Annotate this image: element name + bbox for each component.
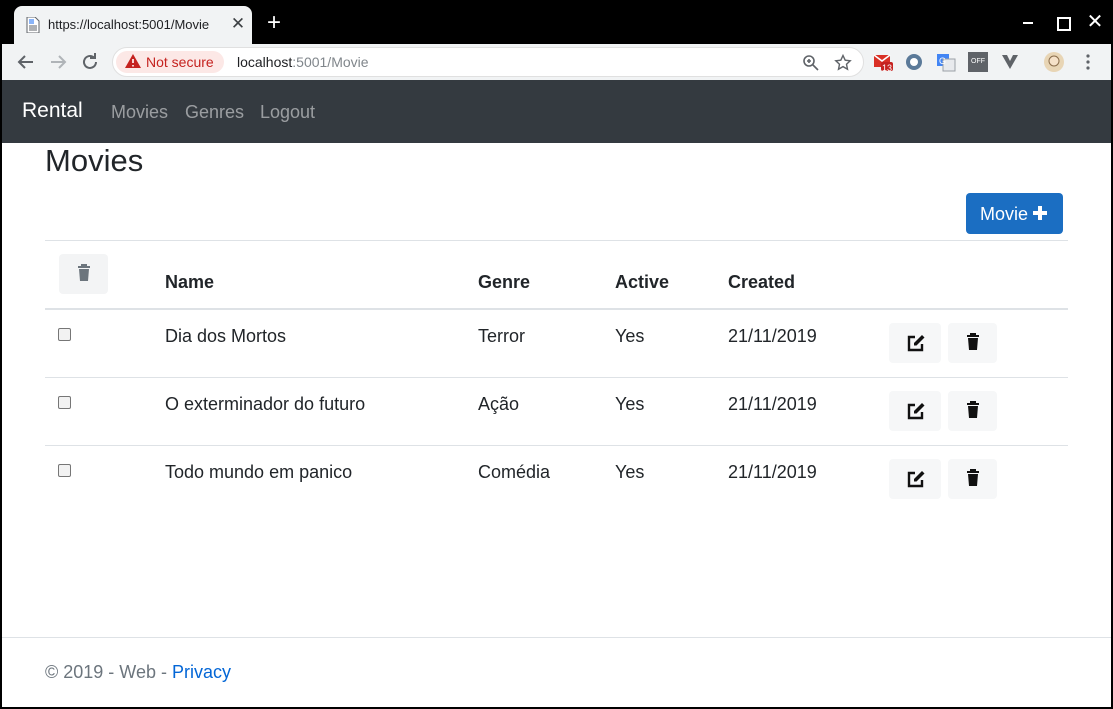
warning-icon xyxy=(125,54,141,68)
gmail-unread-badge: 13 xyxy=(882,63,893,73)
window-close-button[interactable]: ✕ xyxy=(1085,12,1105,32)
column-header-created: Created xyxy=(728,272,796,292)
back-arrow-icon[interactable] xyxy=(14,50,38,74)
row-checkbox[interactable] xyxy=(58,396,71,409)
row-checkbox[interactable] xyxy=(58,328,71,341)
address-bar[interactable]: Not secure localhost:5001/Movie xyxy=(112,47,864,77)
cell-created: 21/11/2019 xyxy=(728,462,817,482)
delete-button[interactable] xyxy=(948,391,997,431)
browser-window: https://localhost:5001/Movie ✕ + ✕ Not s… xyxy=(2,0,1111,707)
cell-name: O exterminador do futuro xyxy=(165,394,366,414)
delete-selected-button[interactable] xyxy=(59,254,108,294)
browser-tab[interactable]: https://localhost:5001/Movie ✕ xyxy=(14,6,252,44)
url-path: :5001/Movie xyxy=(292,54,369,70)
translate-extension-icon[interactable]: G xyxy=(936,52,956,72)
security-label: Not secure xyxy=(146,54,214,70)
edit-icon xyxy=(907,471,925,488)
reload-icon[interactable] xyxy=(78,50,102,74)
bookmark-star-icon[interactable] xyxy=(834,54,852,72)
edit-button[interactable] xyxy=(889,459,941,499)
add-movie-label: Movie xyxy=(980,204,1029,224)
delete-button[interactable] xyxy=(948,323,997,363)
nav-link-movies[interactable]: Movies xyxy=(111,102,168,123)
cell-name: Todo mundo em panico xyxy=(165,462,353,482)
delete-button[interactable] xyxy=(948,459,997,499)
page-icon xyxy=(26,17,40,33)
cell-genre: Ação xyxy=(478,394,520,414)
vimium-extension-icon[interactable] xyxy=(1000,52,1020,72)
zoom-icon[interactable] xyxy=(802,54,820,72)
nav-link-genres[interactable]: Genres xyxy=(185,102,244,123)
minimize-button[interactable] xyxy=(1018,12,1038,32)
browser-toolbar: Not secure localhost:5001/Movie 13 G OFF xyxy=(2,44,1111,80)
trash-icon xyxy=(967,469,979,486)
security-badge[interactable]: Not secure xyxy=(116,51,224,73)
profile-avatar[interactable] xyxy=(1044,52,1064,72)
trash-icon xyxy=(967,401,979,418)
menu-kebab-icon[interactable] xyxy=(1078,52,1098,72)
off-extension-icon[interactable]: OFF xyxy=(968,52,988,72)
page-title: Movies xyxy=(45,143,144,178)
tab-bar: https://localhost:5001/Movie ✕ + ✕ xyxy=(2,0,1111,44)
footer: © 2019 - Web - Privacy xyxy=(45,662,231,683)
svg-text:G: G xyxy=(939,56,946,66)
cell-created: 21/11/2019 xyxy=(728,394,817,414)
edit-icon xyxy=(907,403,925,420)
plus-icon xyxy=(1033,206,1047,220)
edit-icon xyxy=(907,335,925,352)
add-movie-button[interactable]: Movie xyxy=(966,193,1063,234)
row-checkbox[interactable] xyxy=(58,464,71,477)
cell-name: Dia dos Mortos xyxy=(165,326,287,346)
brand-link[interactable]: Rental xyxy=(22,99,83,123)
edit-button[interactable] xyxy=(889,323,941,363)
cell-active: Yes xyxy=(615,326,645,346)
tab-close-icon[interactable]: ✕ xyxy=(230,15,246,33)
circle-extension-icon[interactable] xyxy=(904,52,924,72)
trash-icon xyxy=(967,333,979,350)
table-top-border xyxy=(45,240,1068,241)
cell-created: 21/11/2019 xyxy=(728,326,817,346)
column-header-genre: Genre xyxy=(478,272,531,292)
tab-title: https://localhost:5001/Movie xyxy=(48,17,210,32)
column-header-active: Active xyxy=(615,272,670,292)
row-divider xyxy=(45,377,1068,378)
cell-genre: Terror xyxy=(478,326,526,346)
table-header-border xyxy=(45,308,1068,310)
url-text[interactable]: localhost:5001/Movie xyxy=(237,54,369,70)
trash-icon xyxy=(78,264,90,281)
footer-border xyxy=(2,637,1111,638)
privacy-link[interactable]: Privacy xyxy=(172,662,231,682)
cell-active: Yes xyxy=(615,394,645,414)
cell-genre: Comédia xyxy=(478,462,551,482)
maximize-button[interactable] xyxy=(1052,12,1072,32)
nav-link-logout[interactable]: Logout xyxy=(260,102,315,123)
new-tab-button[interactable]: + xyxy=(264,11,284,35)
column-header-name: Name xyxy=(165,272,215,292)
footer-text: © 2019 - Web - xyxy=(45,662,172,682)
edit-button[interactable] xyxy=(889,391,941,431)
app-navbar: Rental Movies Genres Logout xyxy=(2,80,1111,143)
forward-arrow-icon[interactable] xyxy=(46,50,70,74)
cell-active: Yes xyxy=(615,462,645,482)
row-divider xyxy=(45,445,1068,446)
url-host: localhost xyxy=(237,54,293,70)
